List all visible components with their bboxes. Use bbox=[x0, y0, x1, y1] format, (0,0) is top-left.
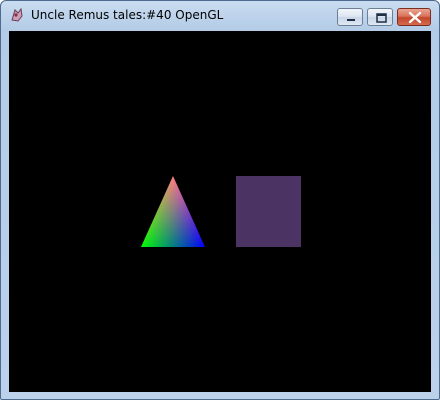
opengl-scene bbox=[141, 176, 301, 247]
title-bar[interactable]: Uncle Remus tales:#40 OpenGL bbox=[1, 1, 439, 29]
window-title: Uncle Remus tales:#40 OpenGL bbox=[31, 8, 224, 22]
rgb-triangle bbox=[141, 176, 205, 247]
app-logo-icon bbox=[11, 7, 23, 22]
app-window: Uncle Remus tales:#40 OpenGL bbox=[0, 0, 440, 400]
maximize-button[interactable] bbox=[367, 8, 393, 26]
minimize-button[interactable] bbox=[337, 8, 363, 26]
maximize-icon bbox=[376, 13, 387, 23]
close-button[interactable] bbox=[397, 8, 431, 26]
close-icon bbox=[408, 11, 422, 24]
opengl-viewport[interactable] bbox=[9, 31, 431, 392]
purple-square bbox=[236, 176, 301, 247]
minimize-icon bbox=[347, 19, 355, 21]
